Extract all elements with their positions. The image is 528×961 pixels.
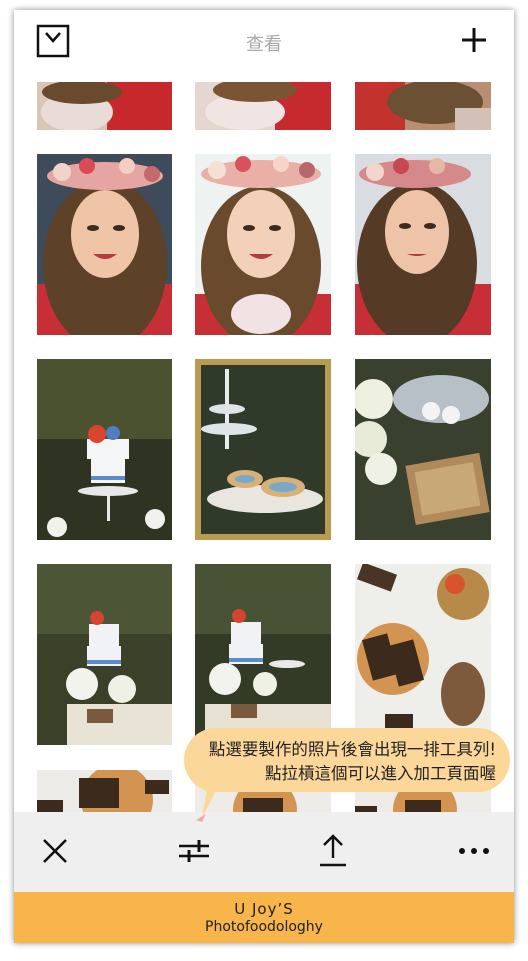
brand-name: U Joy’S [234, 900, 294, 918]
adjust-button[interactable] [177, 834, 211, 868]
adjust-sliders-icon [179, 840, 209, 862]
photo-r3c1[interactable] [195, 564, 331, 745]
photo-r2c0[interactable] [37, 359, 172, 540]
share-upload-icon [320, 834, 346, 867]
photo-r3c0[interactable] [37, 564, 172, 745]
brand-subtitle: Photofoodologhy [205, 919, 323, 935]
close-icon [43, 839, 67, 863]
tooltip-line-1: 點選要製作的照片後會出現一排工具列! [208, 740, 496, 759]
share-button[interactable] [316, 834, 350, 868]
app-window: 查看 點選要製作的照片後會出現一排工具列! 點拉槓這個可以進入加工頁面喔 U J… [14, 10, 514, 943]
bottom-toolbar [14, 812, 514, 892]
photo-r2c1[interactable] [195, 359, 331, 540]
more-button[interactable] [457, 834, 491, 868]
more-dots-icon [459, 848, 489, 854]
brand-footer: U Joy’S Photofoodologhy [14, 892, 514, 943]
photo-r2c2[interactable] [355, 359, 491, 540]
photo-r1c1[interactable] [195, 154, 331, 335]
plus-icon[interactable] [460, 26, 488, 54]
tooltip-line-2: 點拉槓這個可以進入加工頁面喔 [265, 764, 496, 783]
page-title: 查看 [246, 34, 282, 55]
photo-r0c0[interactable] [37, 82, 172, 130]
photo-r1c0[interactable] [37, 154, 172, 335]
photo-r0c1[interactable] [195, 82, 331, 130]
photo-r0c2[interactable] [355, 82, 491, 130]
photo-r1c2[interactable] [355, 154, 491, 335]
close-button[interactable] [38, 834, 72, 868]
photo-r3c2[interactable] [355, 564, 491, 745]
tooltip-bubble: 點選要製作的照片後會出現一排工具列! 點拉槓這個可以進入加工頁面喔 [184, 728, 510, 792]
top-bar: 查看 [14, 10, 514, 80]
